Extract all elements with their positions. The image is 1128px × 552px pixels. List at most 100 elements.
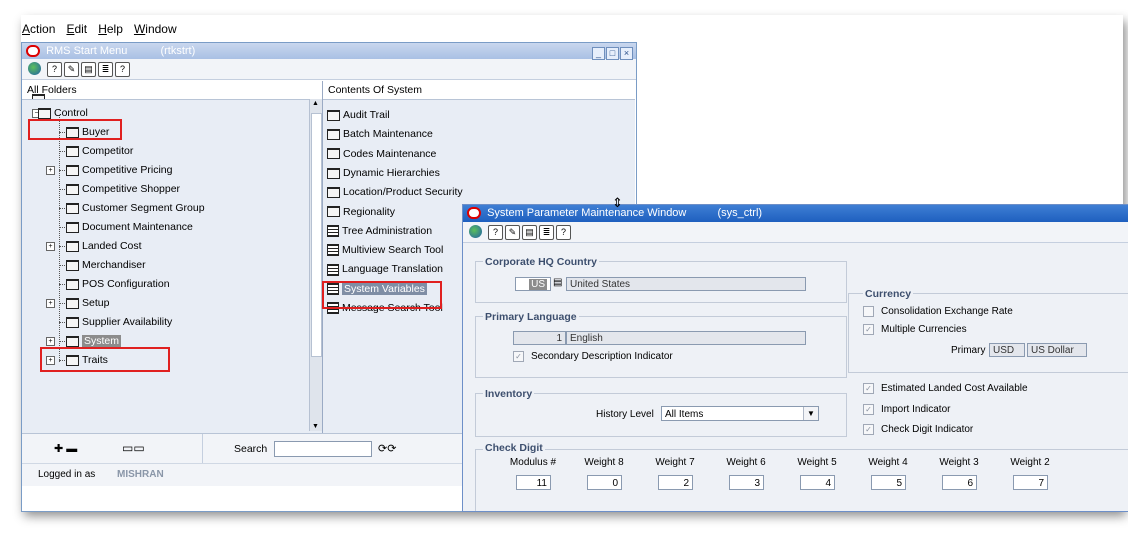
print-icon[interactable]: ≣ — [539, 225, 554, 240]
check-digit-field[interactable]: 11 — [516, 475, 551, 490]
check-digit-field[interactable]: 7 — [1013, 475, 1048, 490]
tree-item-competitor[interactable]: Competitor — [66, 143, 133, 159]
tree-item-customer-segment-group[interactable]: Customer Segment Group — [66, 200, 205, 216]
help-icon[interactable]: ? — [47, 62, 62, 77]
tree-item-competitive-pricing[interactable]: Competitive Pricing — [66, 162, 172, 178]
content-item-dynamic-hierarchies[interactable]: Dynamic Hierarchies — [327, 165, 440, 181]
content-item-batch-maintenance[interactable]: Batch Maintenance — [327, 126, 433, 142]
folder-icon — [66, 240, 79, 252]
globe-icon[interactable] — [28, 62, 41, 75]
check-digit-field[interactable]: 2 — [658, 475, 693, 490]
country-code-field[interactable]: US — [515, 277, 551, 291]
tree-item-setup[interactable]: Setup — [66, 295, 109, 311]
tree-item-action-partial[interactable] — [32, 91, 48, 99]
content-item-codes-maintenance[interactable]: Codes Maintenance — [327, 146, 436, 162]
search-go-icon[interactable]: ⟳⟳ — [378, 442, 396, 455]
check-digit-header: Weight 8 — [584, 457, 624, 468]
content-item-regionality[interactable]: Regionality — [327, 204, 395, 220]
history-level-select[interactable]: All Items ▼ — [661, 406, 819, 421]
menu-window[interactable]: Window — [134, 22, 177, 36]
all-folders-header: All Folders — [22, 81, 322, 100]
maximize-button[interactable]: □ — [606, 47, 619, 60]
content-item-language-translation[interactable]: Language Translation — [327, 261, 443, 277]
menu-edit[interactable]: Edit — [66, 22, 87, 36]
folder-icon — [66, 183, 79, 195]
check-digit-header: Weight 3 — [939, 457, 979, 468]
tree-item-document-maintenance[interactable]: Document Maintenance — [66, 219, 193, 235]
spw-title-bar[interactable]: System Parameter Maintenance Window (sys… — [463, 205, 1128, 222]
oracle-icon — [26, 45, 40, 58]
tree-item-competitive-shopper[interactable]: Competitive Shopper — [66, 181, 180, 197]
tree-item-label: Setup — [82, 297, 110, 309]
favorites-icon[interactable]: ▭▭ — [122, 441, 145, 455]
contents-header: Contents Of System — [323, 81, 635, 100]
logged-in-user: MISHRAN — [117, 469, 164, 480]
tree-item-supplier-availability[interactable]: Supplier Availability — [66, 314, 172, 330]
menu-bar: Action Edit Help Window — [22, 22, 185, 36]
spw-mode: (sys_ctrl) — [717, 207, 763, 219]
multiple-currencies-checkbox[interactable]: ✓ — [863, 324, 874, 335]
help-icon[interactable]: ? — [488, 225, 503, 240]
lov-icon[interactable]: ▤ — [553, 277, 562, 288]
folder-icon — [66, 297, 79, 309]
menu-help[interactable]: Help — [98, 22, 123, 36]
tree-item-label: System — [82, 335, 122, 347]
tree-item-landed-cost[interactable]: Landed Cost — [66, 238, 142, 254]
content-item-audit-trail[interactable]: Audit Trail — [327, 107, 390, 123]
scroll-down-icon[interactable]: ▼ — [312, 423, 319, 430]
check-digit-field[interactable]: 4 — [800, 475, 835, 490]
check-digit-field[interactable]: 3 — [729, 475, 764, 490]
check-digit-indicator-checkbox[interactable]: ✓ — [863, 424, 874, 435]
query-icon[interactable]: ✎ — [505, 225, 520, 240]
save-icon[interactable]: ▤ — [81, 62, 96, 77]
tree-item-pos-configuration[interactable]: POS Configuration — [66, 276, 170, 292]
import-indicator-checkbox[interactable]: ✓ — [863, 404, 874, 415]
expand-icon[interactable]: + — [46, 166, 55, 175]
menu-action[interactable]: Action — [22, 22, 55, 36]
country-name-field: United States — [566, 277, 806, 291]
check-digit-header: Weight 7 — [655, 457, 695, 468]
rms-toolbar: ? ✎ ▤ ≣? — [22, 59, 636, 80]
folder-icon — [66, 259, 79, 271]
content-item-label: Tree Administration — [342, 224, 433, 237]
scroll-up-icon[interactable]: ▲ — [312, 100, 319, 107]
secondary-desc-checkbox[interactable]: ✓ — [513, 351, 524, 362]
content-item-location-product-security[interactable]: Location/Product Security — [327, 184, 463, 200]
primary-language-title: Primary Language — [483, 311, 579, 323]
check-digit-indicator-label: Check Digit Indicator — [881, 424, 974, 435]
language-code-field: 1 — [513, 331, 566, 345]
print-icon[interactable]: ≣ — [98, 62, 113, 77]
consolidation-checkbox[interactable] — [863, 306, 874, 317]
expand-collapse-icon[interactable]: ✚ ▬ — [54, 442, 77, 455]
content-item-label: Regionality — [343, 205, 395, 218]
tree-scrollbar[interactable]: ▲ ▼ — [309, 99, 322, 431]
folder-icon — [327, 148, 340, 160]
tree-item-merchandiser[interactable]: Merchandiser — [66, 257, 146, 273]
highlight-system-variables — [322, 281, 442, 309]
check-digit-field[interactable]: 6 — [942, 475, 977, 490]
landed-cost-checkbox[interactable]: ✓ — [863, 383, 874, 394]
expand-icon[interactable]: + — [46, 242, 55, 251]
rms-title-bar[interactable]: RMS Start Menu (rtkstrt) _ □ × — [22, 43, 636, 60]
chevron-down-icon[interactable]: ▼ — [803, 407, 818, 420]
check-digit-field[interactable]: 5 — [871, 475, 906, 490]
expand-icon[interactable]: + — [46, 299, 55, 308]
save-icon[interactable]: ▤ — [522, 225, 537, 240]
search-label: Search — [234, 443, 268, 455]
content-item-multiview-search-tool[interactable]: Multiview Search Tool — [327, 242, 443, 258]
query-icon[interactable]: ✎ — [64, 62, 79, 77]
folder-icon — [327, 109, 340, 121]
globe-icon[interactable] — [469, 225, 482, 238]
minimize-button[interactable]: _ — [592, 47, 605, 60]
close-button[interactable]: × — [620, 47, 633, 60]
table-icon — [327, 225, 339, 238]
search-input[interactable] — [274, 441, 372, 457]
content-item-tree-administration[interactable]: Tree Administration — [327, 223, 432, 239]
folder-icon — [66, 335, 79, 347]
expand-icon[interactable]: + — [46, 337, 55, 346]
info-icon[interactable]: ? — [115, 62, 130, 77]
tree-item-label: Control — [54, 107, 88, 119]
info-icon[interactable]: ? — [556, 225, 571, 240]
check-digit-field[interactable]: 0 — [587, 475, 622, 490]
scroll-thumb[interactable] — [311, 113, 322, 357]
